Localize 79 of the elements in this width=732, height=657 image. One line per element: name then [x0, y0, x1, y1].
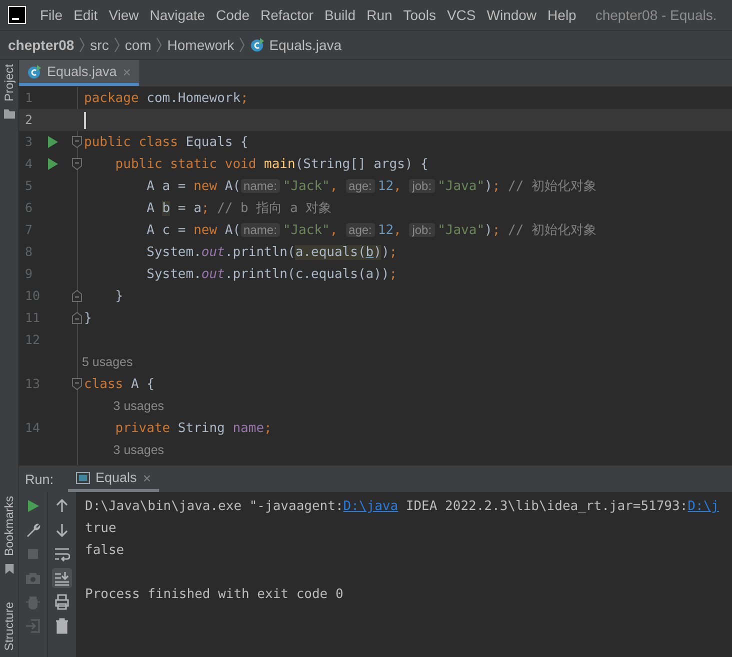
- line-number: 14: [25, 420, 40, 435]
- code-line: System.out.println(a.equals(b));: [146, 244, 398, 260]
- folder-icon: [4, 109, 14, 120]
- fold-icon[interactable]: [72, 136, 82, 148]
- java-class-icon: [250, 38, 264, 52]
- console-icon: [76, 472, 90, 484]
- breadcrumb-item[interactable]: Equals.java: [269, 37, 342, 53]
- line-number: 7: [25, 222, 33, 237]
- line-number: 9: [25, 266, 33, 281]
- chevron-icon: [239, 37, 246, 53]
- menu-item[interactable]: Help: [548, 7, 576, 23]
- breadcrumb-item[interactable]: Homework: [167, 37, 234, 53]
- menu-item[interactable]: Window: [486, 7, 537, 23]
- editor-tab[interactable]: Equals.java ×: [19, 60, 139, 86]
- line-number: 10: [25, 288, 40, 303]
- window-title: chepter08 - Equals.: [595, 7, 717, 23]
- menu-item[interactable]: Edit: [74, 7, 98, 23]
- code-line: private String name;: [114, 420, 272, 436]
- code-line: A a = new A( name: "Jack", age: 12, job: "Java"); // 初始化对象: [146, 178, 596, 195]
- breadcrumb-item[interactable]: src: [90, 37, 109, 53]
- code-line: }: [84, 310, 92, 326]
- project-tool-tab[interactable]: Project: [2, 60, 16, 106]
- code-line: class A {: [84, 376, 154, 392]
- run-icon[interactable]: [48, 136, 58, 148]
- line-number: 3: [25, 134, 33, 149]
- menu-item[interactable]: Refactor: [260, 7, 314, 23]
- bookmark-icon: [4, 564, 14, 574]
- fold-icon[interactable]: [72, 378, 82, 390]
- console-line: D:\Java\bin\java.exe "-javaagent:D:\java IDEA 2022.2.3\lib\idea_rt.jar=51793:D:\j: [85, 498, 720, 516]
- line-number: 2: [25, 112, 33, 127]
- menu-item[interactable]: Code: [216, 7, 250, 23]
- code-line: System.out.println(c.equals(a));: [146, 266, 398, 282]
- structure-tool-tab[interactable]: Structure: [2, 598, 16, 655]
- app-logo-icon: [8, 6, 26, 24]
- menu-item[interactable]: Build: [324, 7, 356, 23]
- line-number: 11: [25, 310, 40, 325]
- run-icon[interactable]: [48, 158, 58, 170]
- code-line: A b = a; // b 指向 a 对象: [146, 200, 332, 217]
- menu-item[interactable]: Navigate: [150, 7, 206, 23]
- line-number: 8: [25, 244, 33, 259]
- chevron-icon: [156, 37, 162, 53]
- run-panel-label: Run:: [25, 472, 54, 486]
- line-number: 13: [25, 376, 40, 391]
- bookmarks-tool-tab[interactable]: Bookmarks: [2, 492, 16, 560]
- menu-item[interactable]: VCS: [446, 7, 476, 23]
- code-line: package com.Homework;: [84, 90, 248, 106]
- console-line: false: [85, 542, 126, 560]
- print-icon[interactable]: [52, 592, 72, 612]
- line-number: 6: [25, 200, 33, 215]
- close-button[interactable]: ×: [142, 470, 151, 486]
- usages-hint[interactable]: 5 usages: [82, 355, 133, 369]
- console-line: true: [85, 520, 118, 538]
- menu-item[interactable]: Tools: [403, 7, 436, 23]
- breadcrumb-item[interactable]: chepter08: [8, 37, 74, 53]
- menu-item[interactable]: View: [108, 7, 139, 23]
- line-number: 12: [25, 332, 40, 347]
- fold-icon[interactable]: [72, 158, 82, 170]
- line-number: 1: [25, 90, 33, 105]
- code-line: public static void main(String[] args) {: [114, 156, 428, 172]
- menu-item[interactable]: File: [40, 7, 63, 23]
- console-line: Process finished with exit code 0: [85, 586, 344, 604]
- chevron-icon: [79, 37, 86, 53]
- code-line: public class Equals {: [84, 134, 248, 150]
- fold-icon[interactable]: [72, 312, 82, 324]
- line-number: 5: [25, 178, 33, 193]
- scroll-icon[interactable]: [52, 568, 72, 588]
- text-caret: [84, 112, 86, 128]
- path-link[interactable]: D:\java: [343, 499, 398, 514]
- usages-hint[interactable]: 3 usages: [113, 399, 164, 413]
- usages-hint[interactable]: 3 usages: [113, 443, 164, 457]
- fold-icon[interactable]: [72, 290, 82, 302]
- code-line: A c = new A( name: "Jack", age: 12, job: "Java"); // 初始化对象: [146, 222, 596, 239]
- java-class-icon: [27, 64, 41, 78]
- line-number: 4: [25, 156, 33, 171]
- chevron-icon: [114, 37, 120, 53]
- menu-item[interactable]: Run: [366, 7, 392, 23]
- path-link[interactable]: D:\j: [688, 499, 719, 514]
- breadcrumb-item[interactable]: com: [124, 37, 152, 53]
- code-line: }: [114, 288, 124, 304]
